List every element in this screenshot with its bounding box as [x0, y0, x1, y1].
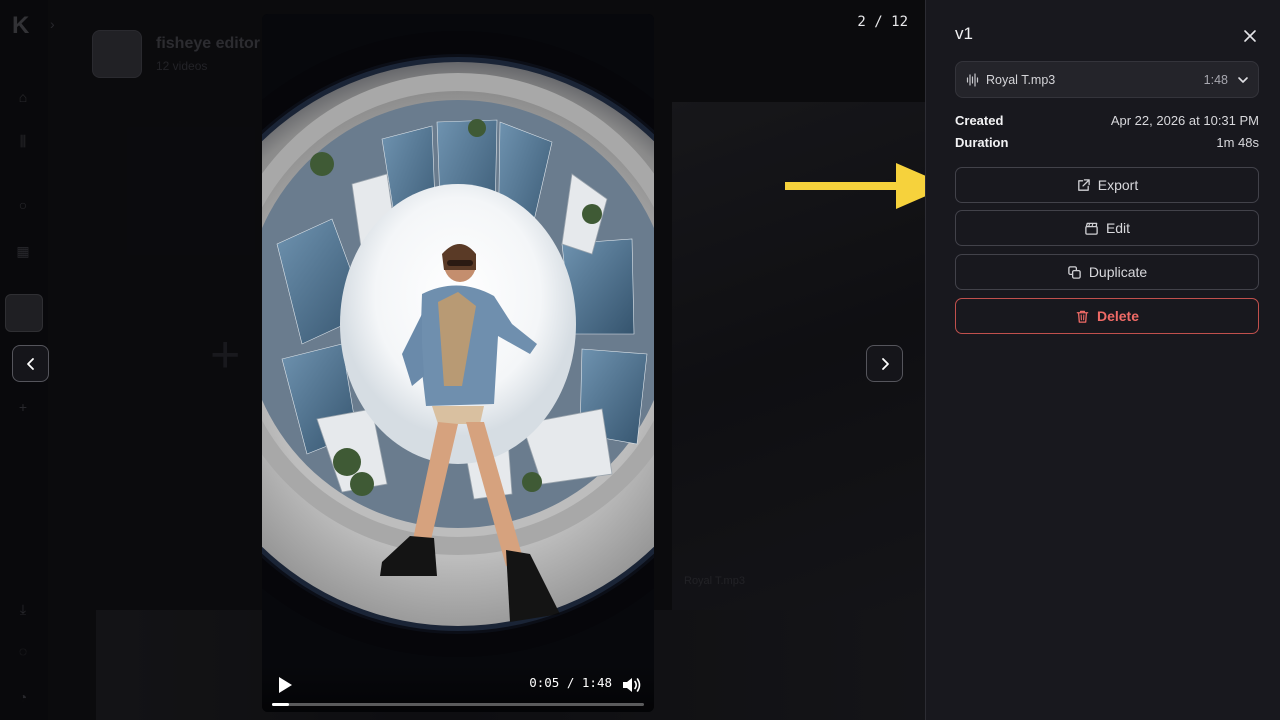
meta-value: Apr 22, 2026 at 10:31 PM	[1110, 113, 1259, 128]
edit-label: Edit	[1105, 220, 1131, 236]
copy-icon	[1068, 265, 1081, 279]
trash-icon	[1076, 310, 1089, 323]
meta-value: 1m 48s	[1216, 135, 1259, 150]
volume-icon[interactable]	[620, 674, 642, 696]
chevron-down-icon	[1238, 77, 1248, 83]
duplicate-button[interactable]: Duplicate	[955, 254, 1259, 290]
video-details-panel: v1 Royal T.mp3 1:48 Created Apr 22, 2026…	[925, 0, 1280, 720]
video-player[interactable]: 0:05 / 1:48	[262, 14, 654, 712]
current-time: 0:05	[529, 675, 560, 690]
time-separator: /	[566, 675, 575, 690]
audio-track-duration: 1:48	[1203, 73, 1228, 87]
duplicate-label: Duplicate	[1088, 264, 1148, 280]
play-icon[interactable]	[274, 674, 296, 696]
export-label: Export	[1097, 177, 1139, 193]
clapperboard-icon	[1085, 222, 1098, 235]
audio-track-select[interactable]: Royal T.mp3 1:48	[955, 61, 1259, 98]
meta-row-duration: Duration 1m 48s	[955, 135, 1259, 153]
panel-title: v1	[955, 24, 973, 43]
external-link-icon	[1077, 178, 1090, 191]
progress-bar[interactable]	[272, 703, 644, 706]
meta-label: Created	[955, 113, 1004, 128]
delete-button[interactable]: Delete	[955, 298, 1259, 334]
video-controls: 0:05 / 1:48	[262, 664, 654, 712]
previous-video-button[interactable]	[12, 345, 49, 382]
video-counter: 2 / 12	[857, 14, 908, 30]
chevron-right-icon	[881, 357, 889, 370]
meta-row-created: Created Apr 22, 2026 at 10:31 PM	[955, 113, 1259, 131]
waveform-icon	[966, 73, 979, 87]
export-button[interactable]: Export	[955, 167, 1259, 203]
chevron-left-icon	[26, 357, 34, 370]
total-time: 1:48	[581, 675, 612, 690]
video-frame-image	[262, 14, 654, 712]
next-video-button[interactable]	[866, 345, 903, 382]
audio-track-name: Royal T.mp3	[986, 73, 1056, 87]
progress-fill	[272, 703, 290, 706]
delete-label: Delete	[1096, 308, 1140, 324]
time-display: 0:05 / 1:48	[529, 675, 612, 690]
meta-label: Duration	[955, 135, 1009, 150]
close-icon[interactable]	[1241, 27, 1259, 45]
edit-button[interactable]: Edit	[955, 210, 1259, 246]
